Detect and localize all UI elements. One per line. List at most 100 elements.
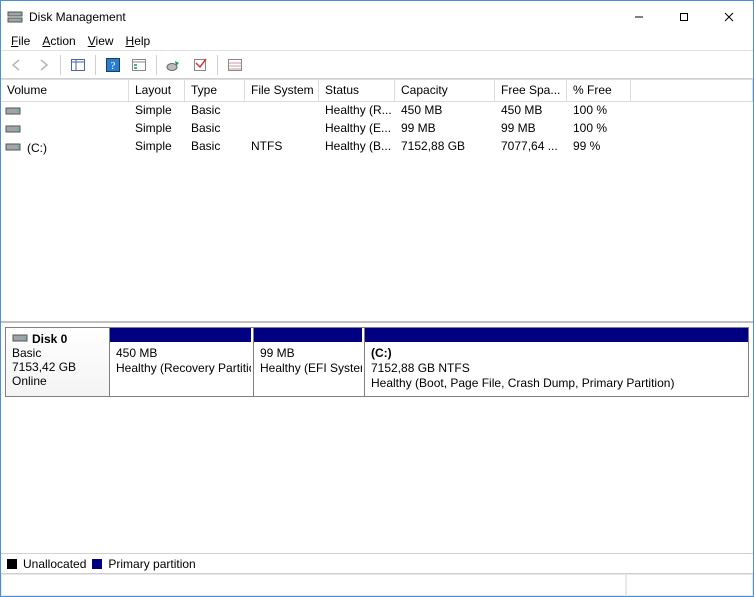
forward-button[interactable] (31, 54, 55, 76)
disk-status: Online (12, 374, 103, 388)
toolbar-separator (156, 55, 157, 75)
volume-capacity: 99 MB (395, 121, 495, 138)
volume-layout: Simple (129, 139, 185, 156)
partition-size: 450 MB (116, 346, 245, 361)
partition-status: Healthy (Boot, Page File, Crash Dump, Pr… (371, 376, 742, 391)
volume-row[interactable]: (C:) Simple Basic NTFS Healthy (B... 715… (1, 138, 753, 156)
legend-unallocated: Unallocated (23, 557, 86, 571)
col-volume[interactable]: Volume (1, 79, 129, 102)
volume-type: Basic (185, 103, 245, 120)
toolbar-separator (217, 55, 218, 75)
volume-status: Healthy (R... (319, 103, 395, 120)
list-button[interactable] (223, 54, 247, 76)
partition-size: 7152,88 GB NTFS (371, 361, 742, 376)
volume-type: Basic (185, 139, 245, 156)
menubar: File Action View Help (1, 32, 753, 51)
menu-view-label: iew (96, 34, 114, 48)
volume-row[interactable]: Simple Basic Healthy (R... 450 MB 450 MB… (1, 102, 753, 120)
disk-name: Disk 0 (32, 332, 67, 346)
show-hide-tree-button[interactable] (66, 54, 90, 76)
col-pctfree[interactable]: % Free (567, 79, 631, 102)
status-cell (1, 574, 626, 596)
disk-size: 7153,42 GB (12, 360, 103, 374)
window-title: Disk Management (29, 10, 616, 24)
col-status[interactable]: Status (319, 79, 395, 102)
toolbar-separator (95, 55, 96, 75)
swatch-unallocated-icon (7, 559, 17, 569)
menu-action-label: ction (50, 34, 75, 48)
volume-name-cell: (C:) (1, 139, 129, 156)
volume-capacity: 7152,88 GB (395, 139, 495, 156)
col-free[interactable]: Free Spa... (495, 79, 567, 102)
partition-body: 99 MB Healthy (EFI System Partition) (254, 342, 362, 396)
disk-graphical-pane: Disk 0 Basic 7153,42 GB Online 450 MB He… (1, 323, 753, 553)
menu-help-label: elp (134, 34, 150, 48)
menu-help[interactable]: Help (120, 33, 157, 49)
volume-fs: NTFS (245, 139, 319, 156)
volume-fs (245, 121, 319, 138)
svg-text:?: ? (111, 60, 116, 72)
settings-button[interactable] (127, 54, 151, 76)
disk-icon (12, 332, 28, 346)
partition-body: (C:) 7152,88 GB NTFS Healthy (Boot, Page… (365, 342, 748, 396)
window-buttons (616, 2, 751, 31)
partition[interactable]: 450 MB Healthy (Recovery Partition) (110, 328, 251, 396)
disk-type: Basic (12, 346, 103, 360)
volume-free: 99 MB (495, 121, 567, 138)
app-icon (7, 9, 23, 25)
volume-pctfree: 100 % (567, 103, 631, 120)
partition[interactable]: (C:) 7152,88 GB NTFS Healthy (Boot, Page… (364, 328, 748, 396)
volume-free: 7077,64 ... (495, 139, 567, 156)
col-filler (631, 79, 753, 102)
volume-pctfree: 99 % (567, 139, 631, 156)
volume-name-cell (1, 103, 129, 120)
partition-size: 99 MB (260, 346, 356, 361)
disk-pane-empty (5, 397, 749, 549)
disk-management-window: Disk Management File Action View Help ? … (0, 0, 754, 597)
partition-color-bar (365, 328, 748, 342)
partition-color-bar (110, 328, 251, 342)
legend: Unallocated Primary partition (1, 553, 753, 573)
volume-pctfree: 100 % (567, 121, 631, 138)
menu-action[interactable]: Action (36, 33, 81, 49)
partition-status: Healthy (EFI System Partition) (260, 361, 356, 376)
volume-name: (C:) (27, 141, 47, 155)
volume-list-body: Simple Basic Healthy (R... 450 MB 450 MB… (1, 102, 753, 156)
maximize-button[interactable] (661, 2, 706, 31)
col-type[interactable]: Type (185, 79, 245, 102)
refresh-button[interactable] (162, 54, 186, 76)
menu-view[interactable]: View (82, 33, 120, 49)
minimize-button[interactable] (616, 2, 661, 31)
toolbar-separator (60, 55, 61, 75)
volume-capacity: 450 MB (395, 103, 495, 120)
partition-title: (C:) (371, 346, 742, 361)
volume-status: Healthy (E... (319, 121, 395, 138)
swatch-primary-icon (92, 559, 102, 569)
volume-row[interactable]: Simple Basic Healthy (E... 99 MB 99 MB 1… (1, 120, 753, 138)
volume-type: Basic (185, 121, 245, 138)
partitions: 450 MB Healthy (Recovery Partition) 99 M… (110, 328, 748, 396)
col-layout[interactable]: Layout (129, 79, 185, 102)
menu-file-label: ile (18, 34, 30, 48)
volume-free: 450 MB (495, 103, 567, 120)
back-button[interactable] (5, 54, 29, 76)
partition-status: Healthy (Recovery Partition) (116, 361, 245, 376)
col-capacity[interactable]: Capacity (395, 79, 495, 102)
titlebar: Disk Management (1, 1, 753, 32)
volume-list-pane: Volume Layout Type File System Status Ca… (1, 79, 753, 323)
close-button[interactable] (706, 2, 751, 31)
volume-status: Healthy (B... (319, 139, 395, 156)
drive-icon (5, 123, 21, 137)
menu-file[interactable]: File (5, 33, 36, 49)
help-button[interactable]: ? (101, 54, 125, 76)
partition-body: 450 MB Healthy (Recovery Partition) (110, 342, 251, 396)
volume-name-cell (1, 121, 129, 138)
partition[interactable]: 99 MB Healthy (EFI System Partition) (253, 328, 362, 396)
disk-row[interactable]: Disk 0 Basic 7153,42 GB Online 450 MB He… (5, 327, 749, 397)
volume-fs (245, 103, 319, 120)
volume-list-header: Volume Layout Type File System Status Ca… (1, 79, 753, 102)
volume-layout: Simple (129, 121, 185, 138)
col-filesystem[interactable]: File System (245, 79, 319, 102)
properties-button[interactable] (188, 54, 212, 76)
toolbar: ? (1, 51, 753, 79)
